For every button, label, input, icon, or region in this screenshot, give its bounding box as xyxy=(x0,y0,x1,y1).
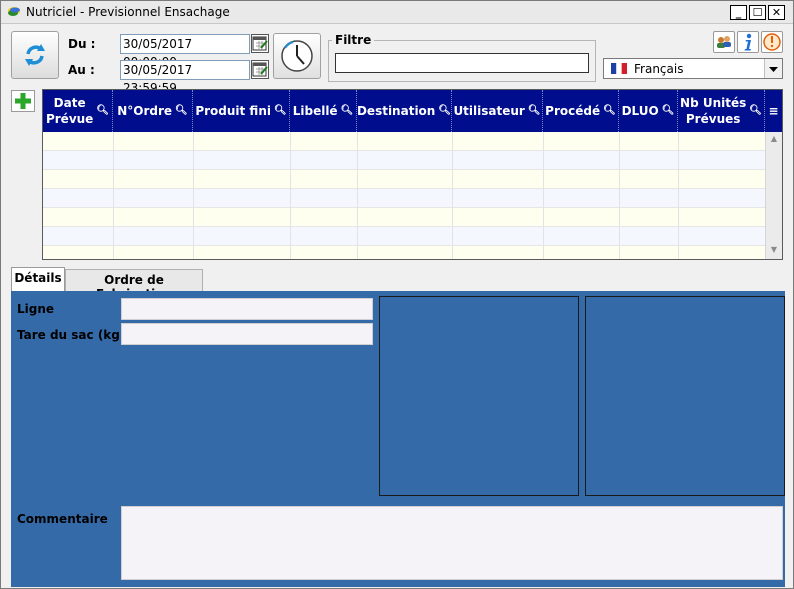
column-destination[interactable]: Destination 🔍︎ xyxy=(357,90,452,132)
column-label: Destination xyxy=(356,104,436,118)
main-window: Nutriciel - Previsionnel Ensachage _ ☐ ✕… xyxy=(0,0,794,589)
power-button[interactable] xyxy=(761,31,783,53)
ligne-input[interactable] xyxy=(121,298,373,320)
app-icon xyxy=(8,7,20,16)
maximize-button[interactable]: ☐ xyxy=(749,5,766,20)
window-title: Nutriciel - Previsionnel Ensachage xyxy=(26,5,230,19)
minimize-button[interactable]: _ xyxy=(730,5,747,20)
column-label: Produit fini xyxy=(195,104,271,118)
au-label: Au : xyxy=(68,63,95,77)
users-icon xyxy=(717,36,731,48)
du-date-input[interactable]: 30/05/2017 00:00:00 xyxy=(120,34,250,69)
column-divider xyxy=(678,132,679,259)
table-row[interactable] xyxy=(43,208,765,227)
language-select[interactable]: Français xyxy=(603,58,783,79)
grid-header: Date Prévue 🔍︎ N°Ordre 🔍︎ Produit fini 🔍︎ L… xyxy=(43,90,782,132)
power-icon xyxy=(763,33,781,51)
filtre-label: Filtre xyxy=(332,33,375,47)
au-calendar-button[interactable] xyxy=(251,60,269,79)
column-label: DLUO xyxy=(621,104,659,118)
search-icon[interactable]: 🔍︎ xyxy=(274,103,287,119)
title-bar: Nutriciel - Previsionnel Ensachage _ ☐ ✕ xyxy=(1,1,793,24)
search-icon[interactable]: 🔍︎ xyxy=(603,103,616,119)
calendar-icon xyxy=(252,36,268,51)
tare-input[interactable] xyxy=(121,323,373,345)
details-box-right xyxy=(585,296,785,496)
filtre-input[interactable] xyxy=(335,53,589,73)
commentaire-label: Commentaire xyxy=(17,512,108,526)
column-nb-unites-prevues[interactable]: Nb Unités Prévues 🔍︎ xyxy=(678,90,765,132)
tab-details[interactable]: Détails xyxy=(11,267,65,291)
column-produit-fini[interactable]: Produit fini 🔍︎ xyxy=(193,90,290,132)
tare-label: Tare du sac (kg) xyxy=(17,328,126,342)
search-icon[interactable]: 🔍︎ xyxy=(528,103,541,119)
tab-ordre-de-fabrication[interactable]: Ordre de Fabrication xyxy=(65,269,203,301)
column-label: Date Prévue xyxy=(45,96,94,126)
table-row[interactable] xyxy=(43,170,765,189)
search-icon[interactable]: 🔍︎ xyxy=(749,103,762,119)
table-row[interactable] xyxy=(43,151,765,170)
column-date-prevue[interactable]: Date Prévue 🔍︎ xyxy=(43,90,113,132)
column-n-ordre[interactable]: N°Ordre 🔍︎ xyxy=(113,90,193,132)
scroll-up-icon[interactable]: ▲ xyxy=(769,135,779,143)
table-row[interactable] xyxy=(43,189,765,208)
column-label: Utilisateur xyxy=(453,104,525,118)
clock-icon xyxy=(281,40,313,72)
column-divider xyxy=(357,132,358,259)
refresh-button[interactable] xyxy=(11,31,59,79)
du-label: Du : xyxy=(68,37,96,51)
column-divider xyxy=(452,132,453,259)
search-icon[interactable]: 🔍︎ xyxy=(662,103,675,119)
column-label: N°Ordre xyxy=(117,104,173,118)
language-value: Français xyxy=(634,62,684,76)
calendar-icon xyxy=(252,62,268,77)
column-dluo[interactable]: DLUO 🔍︎ xyxy=(619,90,678,132)
search-icon[interactable]: 🔍︎ xyxy=(96,103,109,119)
table-row[interactable] xyxy=(43,227,765,246)
column-divider xyxy=(543,132,544,259)
column-label: Procédé xyxy=(545,104,601,118)
column-label: Nb Unités Prévues xyxy=(680,96,747,126)
france-flag-icon xyxy=(611,63,627,74)
column-divider xyxy=(290,132,291,259)
du-calendar-button[interactable] xyxy=(251,34,269,53)
details-panel: Ligne Tare du sac (kg) Commentaire xyxy=(11,291,785,587)
table-row[interactable] xyxy=(43,246,765,259)
column-divider xyxy=(619,132,620,259)
schedule-grid: Date Prévue 🔍︎ N°Ordre 🔍︎ Produit fini 🔍︎ L… xyxy=(42,89,783,260)
close-button[interactable]: ✕ xyxy=(768,5,785,20)
column-divider xyxy=(113,132,114,259)
column-label: Libellé xyxy=(292,104,338,118)
column-utilisateur[interactable]: Utilisateur 🔍︎ xyxy=(452,90,543,132)
column-menu-icon[interactable]: ≡ xyxy=(765,90,782,132)
grid-vertical-scrollbar[interactable]: ▲ ▼ xyxy=(765,132,782,259)
add-icon xyxy=(15,93,31,109)
table-row[interactable] xyxy=(43,132,765,151)
refresh-icon xyxy=(25,44,45,66)
details-box-left xyxy=(379,296,579,496)
info-icon xyxy=(744,33,752,51)
add-row-button[interactable] xyxy=(11,90,35,112)
search-icon[interactable]: 🔍︎ xyxy=(175,103,188,119)
scroll-down-icon[interactable]: ▼ xyxy=(769,246,779,254)
commentaire-textarea[interactable] xyxy=(121,506,783,580)
chevron-down-icon xyxy=(769,67,778,72)
column-libelle[interactable]: Libellé 🔍︎ xyxy=(290,90,357,132)
search-icon[interactable]: 🔍︎ xyxy=(341,103,354,119)
column-divider xyxy=(193,132,194,259)
users-button[interactable] xyxy=(713,31,735,53)
info-button[interactable] xyxy=(737,31,759,53)
language-dropdown-arrow[interactable] xyxy=(764,59,782,78)
clock-button[interactable] xyxy=(273,33,321,79)
search-icon[interactable]: 🔍︎ xyxy=(438,103,451,119)
ligne-label: Ligne xyxy=(17,302,55,316)
au-date-input[interactable]: 30/05/2017 23:59:59 xyxy=(120,60,250,95)
column-procede[interactable]: Procédé 🔍︎ xyxy=(543,90,619,132)
